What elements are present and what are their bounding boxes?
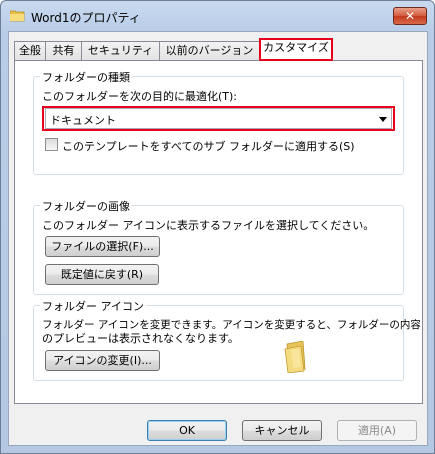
close-icon: ✕ xyxy=(404,9,416,23)
folder-icon xyxy=(10,10,25,22)
ok-button[interactable]: OK xyxy=(147,420,227,441)
change-icon-button[interactable]: アイコンの変更(I)... xyxy=(45,350,160,371)
folder-picture-title: フォルダーの画像 xyxy=(40,198,132,214)
title-bar[interactable]: Word1のプロパティ ✕ xyxy=(1,1,434,31)
folder-type-dropdown[interactable]: ドキュメント xyxy=(45,108,392,129)
dropdown-arrow-icon xyxy=(379,117,387,122)
folder-type-title: フォルダーの種類 xyxy=(40,69,132,85)
restore-default-button[interactable]: 既定値に戻す(R) xyxy=(45,264,159,285)
folder-icon-group: フォルダー アイコン フォルダー アイコンを変更できます。アイコンを変更すると、… xyxy=(33,298,421,381)
close-button[interactable]: ✕ xyxy=(393,7,427,25)
folder-type-group: フォルダーの種類 このフォルダーを次の目的に最適化(T): ドキュメント このテ… xyxy=(33,69,404,175)
apply-button[interactable]: 適用(A) xyxy=(337,420,417,441)
folder-picture-description: このフォルダー アイコンに表示するファイルを選択してください。 xyxy=(42,219,375,232)
apply-subfolders-label[interactable]: このテンプレートをすべてのサブ フォルダーに適用する(S) xyxy=(62,138,355,154)
customize-panel: フォルダーの種類 このフォルダーを次の目的に最適化(T): ドキュメント このテ… xyxy=(14,60,423,404)
folder-icon-description-line2: のプレビューは表示されなくなります。 xyxy=(42,332,239,345)
choose-file-button[interactable]: ファイルの選択(F)... xyxy=(45,236,160,257)
apply-subfolders-checkbox[interactable] xyxy=(45,138,58,151)
tab-security[interactable]: セキュリティ xyxy=(81,41,160,60)
cancel-button[interactable]: キャンセル xyxy=(242,420,322,441)
tab-previous-versions[interactable]: 以前のバージョン xyxy=(159,41,260,60)
tab-customize[interactable]: カスタマイズ xyxy=(259,38,333,61)
window-title: Word1のプロパティ xyxy=(31,11,141,25)
tab-sharing[interactable]: 共有 xyxy=(45,41,82,60)
optimize-label: このフォルダーを次の目的に最適化(T): xyxy=(42,90,238,103)
tab-general[interactable]: 全般 xyxy=(14,41,46,60)
folder-icon-title: フォルダー アイコン xyxy=(40,298,146,314)
folder-picture-group: フォルダーの画像 このフォルダー アイコンに表示するファイルを選択してください。… xyxy=(33,198,404,295)
dialog-client-area: 全般 共有 セキュリティ 以前のバージョン カスタマイズ フォルダーの種類 この… xyxy=(8,31,428,446)
properties-window: Word1のプロパティ ✕ 全般 共有 セキュリティ 以前のバージョン カスタマ… xyxy=(0,0,435,454)
folder-type-selected: ドキュメント xyxy=(50,114,116,127)
folder-preview-icon xyxy=(284,341,306,373)
